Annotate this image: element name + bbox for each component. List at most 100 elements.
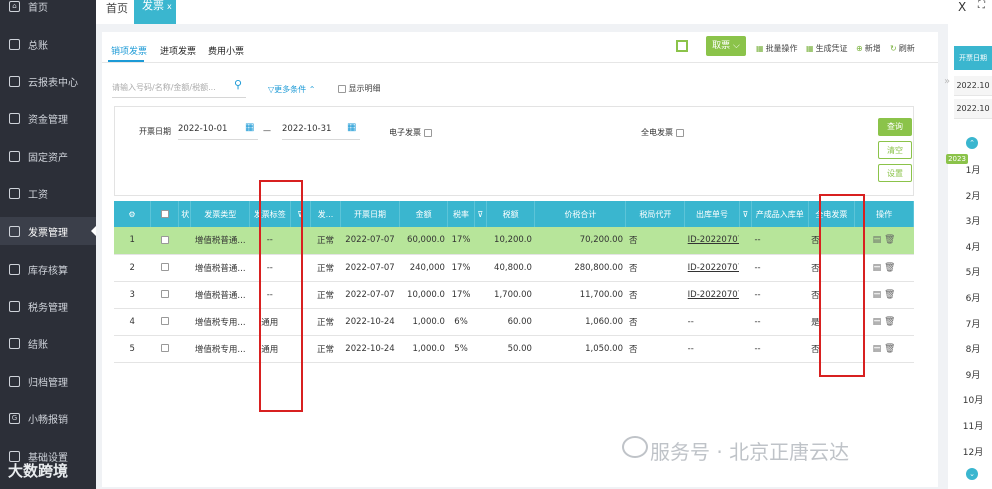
chevron-up-icon[interactable]: ⌃	[966, 137, 978, 149]
select-all-checkbox[interactable]	[150, 201, 180, 227]
sidebar-item-fixed-assets[interactable]: 固定资产	[0, 146, 96, 166]
row-select-checkbox[interactable]	[160, 290, 169, 298]
sidebar-item-home[interactable]: ⌂ 首页	[0, 0, 96, 16]
delete-icon[interactable]: 🗑	[884, 317, 895, 327]
subtab-expense-receipt[interactable]: 费用小票	[208, 44, 244, 57]
delete-icon[interactable]: 🗑	[884, 263, 895, 273]
header-invoice-status[interactable]: 发...	[310, 201, 342, 227]
row-checkbox[interactable]	[150, 335, 179, 363]
row-select-checkbox[interactable]	[160, 263, 169, 271]
row-checkbox[interactable]	[150, 254, 179, 282]
full-electronic-filter[interactable]: 全电发票	[641, 127, 684, 138]
sidebar-item-archive[interactable]: 归档管理	[0, 371, 96, 391]
full-electronic-checkbox[interactable]	[675, 128, 684, 137]
show-detail-checkbox[interactable]	[338, 84, 346, 93]
sidebar-item-reimburse[interactable]: G 小畅报销	[0, 408, 96, 428]
header-invoice-date[interactable]: 开票日期	[340, 201, 400, 227]
header-tax-agent[interactable]: 税局代开	[625, 201, 686, 227]
collapse-arrow-icon[interactable]: »	[944, 76, 950, 87]
month-item[interactable]: 4月	[954, 240, 992, 253]
sidebar-item-funds[interactable]: 资金管理	[0, 108, 96, 128]
sidebar-item-reports[interactable]: 云报表中心	[0, 71, 96, 91]
maximize-icon[interactable]: ⛶	[978, 0, 985, 11]
generate-voucher-button[interactable]: ▦ 生成凭证	[806, 43, 848, 54]
cell-outbound-no[interactable]: ID-20220707-0	[684, 254, 740, 282]
month-item[interactable]: 7月	[954, 317, 992, 330]
filter-icon[interactable]: ⊽	[474, 201, 487, 227]
window-close-icon[interactable]: X	[958, 0, 966, 14]
qrcode-icon[interactable]	[676, 40, 688, 52]
tab-invoice[interactable]: 发票 x	[134, 0, 176, 24]
delete-icon[interactable]: 🗑	[884, 235, 895, 245]
view-icon[interactable]: ▤	[873, 235, 884, 245]
table-row[interactable]: 5 增值税专用... 通用 正常 2022-10-24 1,000.0 5% 50.00 1,0…	[114, 335, 914, 363]
view-icon[interactable]: ▤	[873, 290, 884, 300]
show-detail-toggle[interactable]: 显示明细	[338, 83, 381, 94]
header-amount[interactable]: 金额	[399, 201, 449, 227]
month-item[interactable]: 2月	[954, 189, 992, 202]
header-tax-rate[interactable]: 税率	[447, 201, 475, 227]
subtab-purchase-invoice[interactable]: 进项发票	[160, 44, 196, 57]
row-select-checkbox[interactable]	[160, 235, 169, 244]
settings-button[interactable]: 设置	[878, 164, 912, 182]
view-icon[interactable]: ▤	[873, 263, 884, 273]
month-item[interactable]: 9月	[954, 368, 992, 381]
table-row[interactable]: 1 增值税普通... -- 正常 2022-07-07 60,000.0 17% 10,200…	[114, 227, 914, 255]
month-item[interactable]: 11月	[954, 419, 992, 432]
sidebar-item-tax[interactable]: 税务管理	[0, 296, 96, 316]
header-tax[interactable]: 税额	[486, 201, 536, 227]
query-button[interactable]: 查询	[878, 118, 912, 136]
sidebar-item-closing[interactable]: 结账	[0, 333, 96, 353]
row-checkbox[interactable]	[150, 281, 179, 309]
cell-outbound-no[interactable]: --	[684, 308, 740, 336]
side-date-item[interactable]: 2022.10	[954, 76, 992, 96]
more-conditions-link[interactable]: ▽更多条件 ⌃	[268, 84, 315, 95]
header-outbound-no[interactable]: 出库单号	[684, 201, 740, 227]
search-input[interactable]: 请输入号码/名称/金额/税额... ⚲	[112, 78, 246, 98]
column-settings-icon[interactable]: ⚙	[114, 201, 151, 227]
tab-home[interactable]: 首页	[106, 0, 128, 16]
header-total[interactable]: 价税合计	[534, 201, 627, 227]
row-checkbox[interactable]	[150, 308, 179, 336]
clear-button[interactable]: 清空	[878, 141, 912, 159]
side-date-item[interactable]: 2022.10	[954, 99, 992, 119]
month-item[interactable]: 8月	[954, 342, 992, 355]
calendar-icon[interactable]: ▦	[245, 122, 254, 133]
chevron-down-icon[interactable]: ⌄	[966, 468, 978, 480]
calendar-icon[interactable]: ▦	[347, 122, 356, 133]
table-row[interactable]: 4 增值税专用... 通用 正常 2022-10-24 1,000.0 6% 60.00 1,0…	[114, 308, 914, 336]
month-item[interactable]: 10月	[954, 393, 992, 406]
refresh-button[interactable]: ↻ 刷新	[890, 43, 915, 54]
row-select-checkbox[interactable]	[160, 317, 169, 325]
cell-outbound-no[interactable]: ID-20220707-0	[684, 281, 740, 309]
delete-icon[interactable]: 🗑	[884, 344, 895, 354]
table-row[interactable]: 2 增值税普通... -- 正常 2022-07-07 240,000 17% 40,800.…	[114, 254, 914, 282]
sidebar-item-salary[interactable]: 工资	[0, 183, 96, 203]
header-inbound-no[interactable]: 产成品入库单	[751, 201, 809, 227]
fetch-invoice-button[interactable]: 取票 ⌵	[706, 36, 746, 56]
month-item[interactable]: 1月	[954, 163, 992, 176]
sidebar-item-ledger[interactable]: 总账	[0, 34, 96, 54]
filter-icon[interactable]: ⊽	[739, 201, 752, 227]
header-invoice-type[interactable]: 发票类型	[190, 201, 251, 227]
month-item[interactable]: 3月	[954, 214, 992, 227]
cell-outbound-no[interactable]: ID-20220707-0	[684, 227, 740, 255]
cell-outbound-no[interactable]: --	[684, 335, 740, 363]
month-item[interactable]: 12月	[954, 445, 992, 458]
sidebar-item-invoice[interactable]: 发票管理	[0, 217, 96, 245]
month-item[interactable]: 6月	[954, 291, 992, 304]
view-icon[interactable]: ▤	[873, 317, 884, 327]
subtab-sales-invoice[interactable]: 销项发票	[111, 44, 147, 57]
electronic-invoice-filter[interactable]: 电子发票	[389, 127, 432, 138]
delete-icon[interactable]: 🗑	[884, 290, 895, 300]
month-item[interactable]: 5月	[954, 265, 992, 278]
row-checkbox[interactable]	[150, 227, 179, 255]
electronic-invoice-checkbox[interactable]	[423, 128, 432, 137]
add-button[interactable]: ⊕ 新增	[856, 43, 881, 54]
table-row[interactable]: 3 增值税普通... -- 正常 2022-07-07 10,000.0 17% 1,700.…	[114, 281, 914, 309]
row-select-checkbox[interactable]	[160, 344, 169, 352]
batch-operation-button[interactable]: ▦ 批量操作	[756, 43, 798, 54]
sidebar-item-inventory[interactable]: 库存核算	[0, 259, 96, 279]
search-icon[interactable]: ⚲	[234, 78, 242, 91]
tab-close-icon[interactable]: x	[167, 2, 172, 11]
